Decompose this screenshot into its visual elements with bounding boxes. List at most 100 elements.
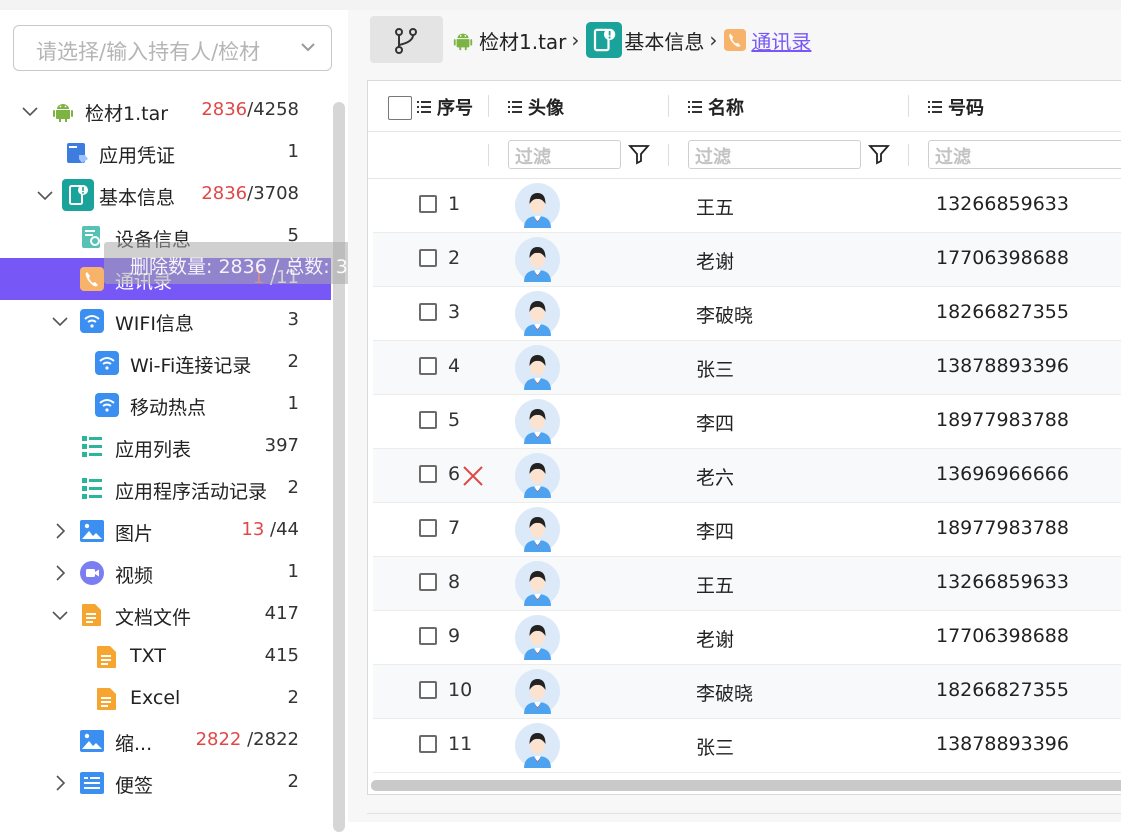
chevron-right-icon[interactable] <box>51 564 69 582</box>
row-checkbox[interactable] <box>419 573 437 591</box>
breadcrumb-item-basic-info[interactable]: 基本信息 › <box>586 22 724 58</box>
column-header-index[interactable]: 序号 <box>417 94 473 120</box>
tree-item-label: 视频 <box>115 565 154 587</box>
avatar <box>515 507 560 552</box>
tree-item-hotspot[interactable]: 移动热点 1 <box>0 384 331 426</box>
chevron-right-icon[interactable] <box>51 774 69 792</box>
table-row[interactable]: 9 老谢 17706398688 <box>373 611 1121 665</box>
row-index: 2 <box>448 247 461 269</box>
avatar <box>515 615 560 660</box>
chevron-right-icon: › <box>571 28 580 52</box>
column-header-phone[interactable]: 号码 <box>928 94 984 120</box>
drag-lines-icon <box>417 101 431 113</box>
filter-placeholder: 过滤 <box>935 147 971 168</box>
tree-item-count: 2836/3708 <box>201 183 299 204</box>
tree-item-app-list[interactable]: 应用列表 397 <box>0 426 331 468</box>
avatar <box>515 237 560 282</box>
filter-icon[interactable] <box>628 143 650 165</box>
document-icon <box>97 688 116 710</box>
row-checkbox[interactable] <box>419 735 437 753</box>
table-row[interactable]: 6 老六 13696966666 <box>373 449 1121 503</box>
row-checkbox[interactable] <box>419 465 437 483</box>
contact-name: 李四 <box>696 413 735 435</box>
filter-icon[interactable] <box>868 143 890 165</box>
contact-phone: 13878893396 <box>936 355 1069 377</box>
table-row[interactable]: 1 王五 13266859633 <box>373 179 1121 233</box>
table-row[interactable]: 5 李四 18977983788 <box>373 395 1121 449</box>
tree-item-excel[interactable]: Excel 2 <box>0 678 331 720</box>
breadcrumb-label: 基本信息 <box>624 29 705 54</box>
table-row[interactable]: 2 老谢 17706398688 <box>373 233 1121 287</box>
contact-phone: 13266859633 <box>936 193 1069 215</box>
chevron-down-icon[interactable] <box>51 312 69 330</box>
contact-name: 王五 <box>696 197 735 219</box>
contacts-icon <box>80 267 104 291</box>
tree-item-images[interactable]: 图片 13 /44 <box>0 510 331 552</box>
row-checkbox[interactable] <box>419 195 437 213</box>
table-row[interactable]: 8 王五 13266859633 <box>373 557 1121 611</box>
tree-item-thumbnails[interactable]: 缩... 2822 /2822 <box>0 720 331 762</box>
row-checkbox[interactable] <box>419 303 437 321</box>
table-row[interactable]: 11 张三 13878893396 <box>373 719 1121 773</box>
row-checkbox[interactable] <box>419 357 437 375</box>
column-divider[interactable] <box>908 95 909 117</box>
tree-item-app-activity[interactable]: 应用程序活动记录 2 <box>0 468 331 510</box>
avatar <box>515 291 560 336</box>
filter-input-phone[interactable]: 过滤 <box>928 140 1121 169</box>
tree-item-label: 应用列表 <box>115 439 192 461</box>
tree-item-evidence[interactable]: 检材1.tar 2836/4258 <box>0 90 331 132</box>
row-checkbox[interactable] <box>419 627 437 645</box>
table-header: 序号 头像 名称 号码 <box>368 81 1121 132</box>
row-checkbox[interactable] <box>419 249 437 267</box>
row-index: 5 <box>448 409 461 431</box>
note-icon <box>80 772 104 794</box>
column-header-avatar[interactable]: 头像 <box>508 94 564 120</box>
contact-name: 张三 <box>696 359 735 381</box>
contact-name: 老谢 <box>696 629 735 651</box>
column-divider[interactable] <box>668 95 669 117</box>
tree-item-app-credential[interactable]: 应用凭证 1 <box>0 132 331 174</box>
table-row[interactable]: 3 李破晓 18266827355 <box>373 287 1121 341</box>
table-row[interactable]: 4 张三 13878893396 <box>373 341 1121 395</box>
contact-name: 李破晓 <box>696 305 754 327</box>
row-checkbox[interactable] <box>419 681 437 699</box>
breadcrumb-item-evidence[interactable]: 检材1.tar › <box>452 26 586 55</box>
tree-item-notes[interactable]: 便签 2 <box>0 762 331 804</box>
tree-item-wifi-info[interactable]: WIFI信息 3 <box>0 300 331 342</box>
filter-input-name[interactable]: 过滤 <box>688 140 861 169</box>
branch-button[interactable] <box>370 16 443 63</box>
breadcrumb-item-contacts[interactable]: 通讯录 <box>724 26 811 55</box>
filter-input-avatar[interactable]: 过滤 <box>508 140 621 169</box>
row-checkbox[interactable] <box>419 411 437 429</box>
chevron-right-icon[interactable] <box>51 522 69 540</box>
table-row[interactable]: 7 李四 18977983788 <box>373 503 1121 557</box>
table-row[interactable]: 10 李破晓 18266827355 <box>373 665 1121 719</box>
row-checkbox[interactable] <box>419 519 437 537</box>
android-icon <box>453 33 473 51</box>
select-all-checkbox[interactable] <box>388 96 412 120</box>
sidebar-scrollbar[interactable] <box>333 102 345 832</box>
table-horizontal-scrollbar[interactable] <box>371 780 1121 791</box>
column-divider <box>488 144 489 166</box>
tree-item-count: 2 <box>287 351 299 372</box>
tree-item-documents[interactable]: 文档文件 417 <box>0 594 331 636</box>
contact-name: 李四 <box>696 521 735 543</box>
tree-item-videos[interactable]: 视频 1 <box>0 552 331 594</box>
column-divider[interactable] <box>488 95 489 117</box>
contacts-icon <box>724 29 747 51</box>
android-icon <box>53 104 73 122</box>
owner-select[interactable]: 请选择/输入持有人/检材 <box>13 25 332 71</box>
chevron-down-icon[interactable] <box>21 102 39 120</box>
tree-item-label: WIFI信息 <box>115 313 194 335</box>
column-header-name[interactable]: 名称 <box>688 94 744 120</box>
chevron-down-icon[interactable] <box>36 186 54 204</box>
contact-phone: 18266827355 <box>936 679 1069 701</box>
tree-item-wifi-connections[interactable]: Wi-Fi连接记录 2 <box>0 342 331 384</box>
sidebar: 请选择/输入持有人/检材 检材1.tar 2836/4258 应用凭证 1 基本… <box>0 10 348 832</box>
tooltip-text: 删除数量: 2836 / 总数: 3708 <box>130 256 385 278</box>
table-body: 1 王五 13266859633 2 老谢 17706398688 3 李破晓 … <box>368 179 1121 773</box>
chevron-down-icon[interactable] <box>51 606 69 624</box>
video-icon <box>80 561 104 585</box>
tree-item-basic-info[interactable]: 基本信息 2836/3708 <box>0 174 331 216</box>
tree-item-txt[interactable]: TXT 415 <box>0 636 331 678</box>
